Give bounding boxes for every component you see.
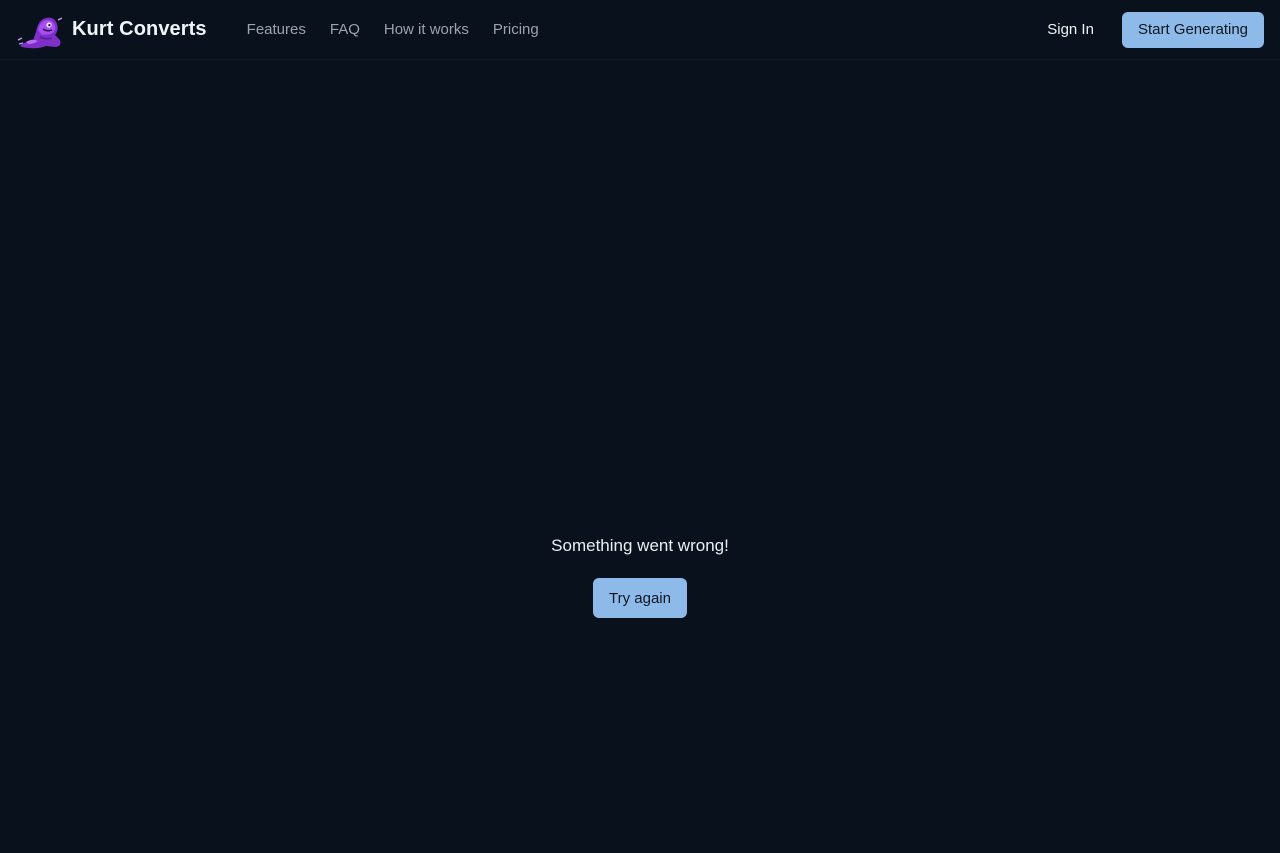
- mascot-logo-icon: [16, 10, 64, 50]
- nav-link-pricing[interactable]: Pricing: [493, 21, 539, 38]
- error-message: Something went wrong!: [551, 536, 729, 555]
- nav-link-features[interactable]: Features: [247, 21, 306, 38]
- nav-link-faq[interactable]: FAQ: [330, 21, 360, 38]
- top-navbar: Kurt Converts Features FAQ How it works …: [0, 0, 1280, 60]
- main-nav: Features FAQ How it works Pricing: [247, 21, 539, 38]
- header-actions: Sign In Start Generating: [1047, 11, 1264, 48]
- try-again-button[interactable]: Try again: [593, 578, 687, 618]
- brand-name: Kurt Converts: [72, 18, 207, 40]
- sign-in-link[interactable]: Sign In: [1047, 21, 1094, 38]
- brand-home-link[interactable]: Kurt Converts: [16, 10, 207, 50]
- error-panel: Something went wrong! Try again: [0, 534, 1280, 618]
- nav-link-how-it-works[interactable]: How it works: [384, 21, 469, 38]
- start-generating-button[interactable]: Start Generating: [1121, 11, 1264, 48]
